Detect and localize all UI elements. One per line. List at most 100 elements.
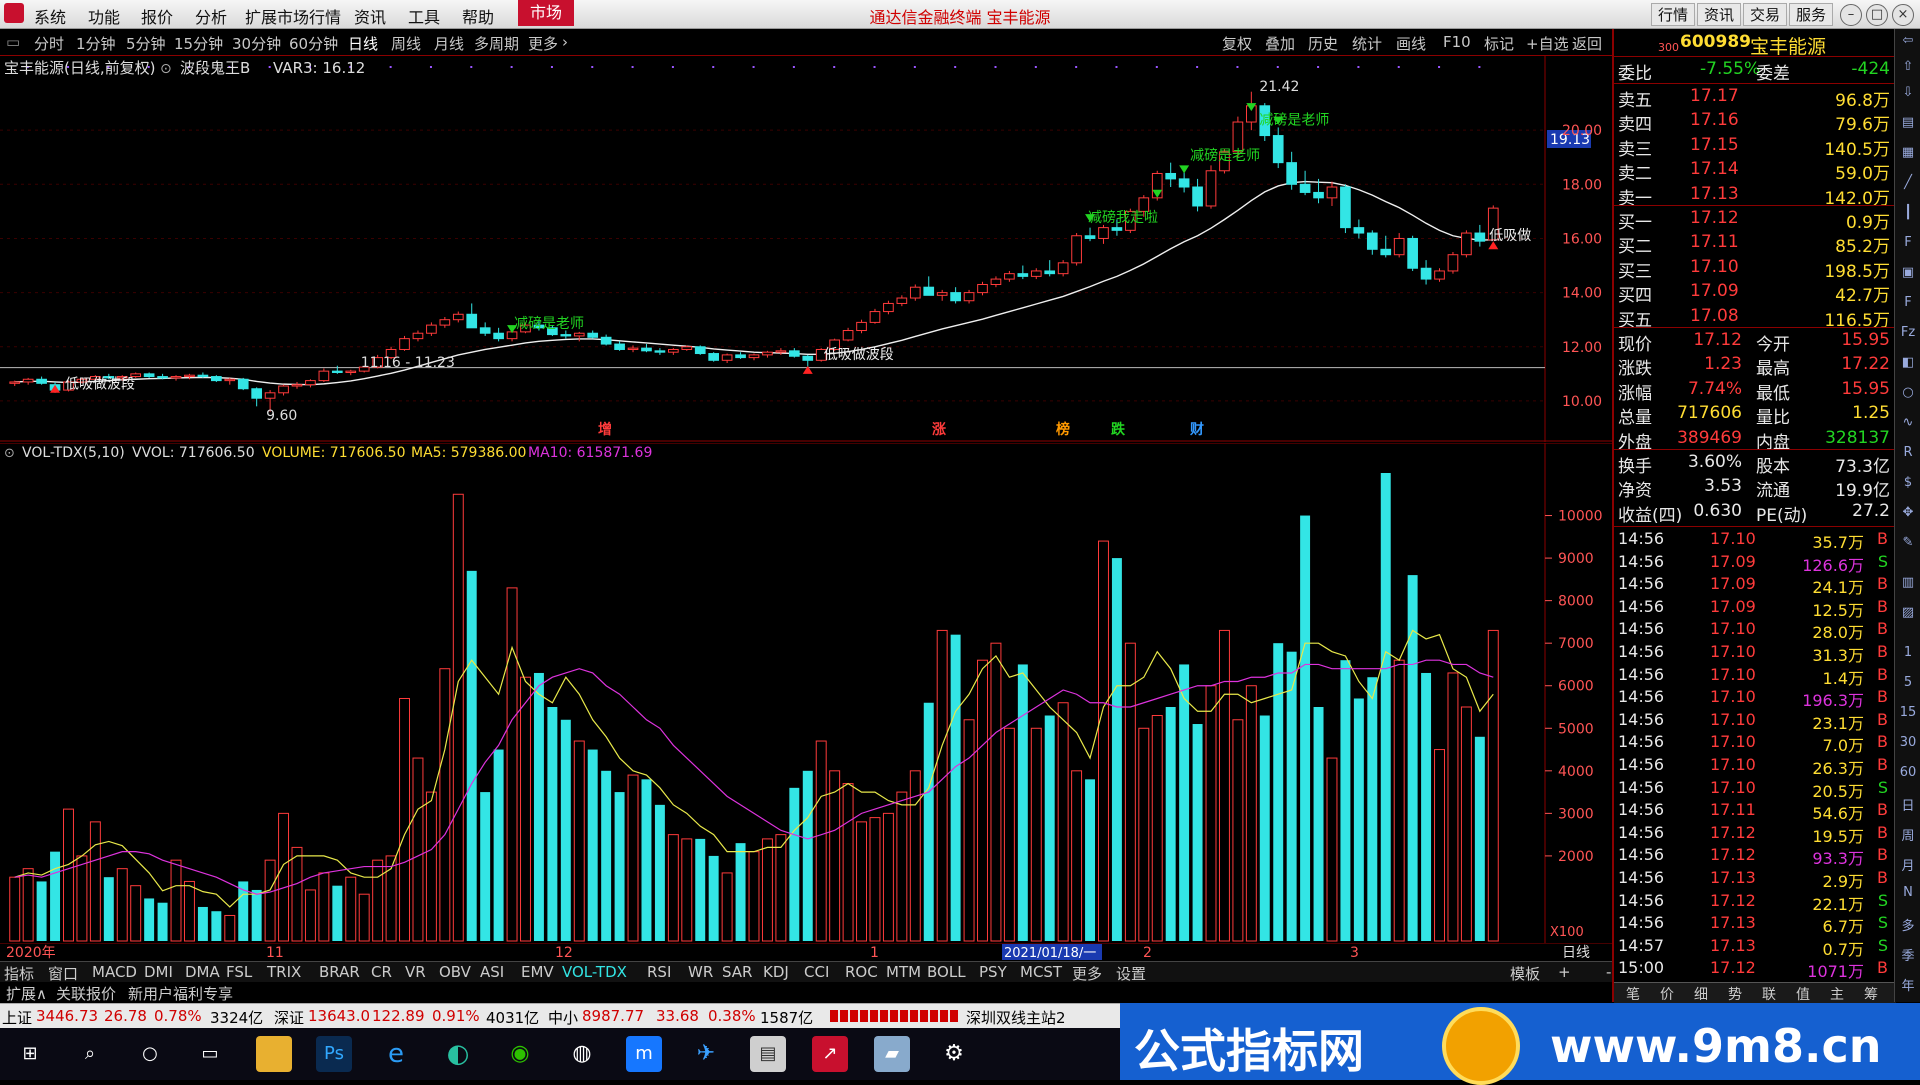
menu-right-service[interactable]: 服务 xyxy=(1789,3,1834,26)
indicator-tab[interactable]: MACD xyxy=(92,963,137,981)
indicator-name[interactable]: 波段鬼王B xyxy=(180,59,250,77)
volume-chart[interactable]: ⊙ VOL-TDX(5,10) VVOL: 717606.50 VOLUME: … xyxy=(0,443,1612,943)
indicator-tab[interactable]: CR xyxy=(371,963,392,981)
detail-tab[interactable]: 价 xyxy=(1660,984,1674,1004)
indicator-tab[interactable]: RSI xyxy=(647,963,671,981)
indicator-tab[interactable]: VR xyxy=(405,963,426,981)
period-daily[interactable]: 日线 xyxy=(348,33,378,54)
detail-tab[interactable]: 值 xyxy=(1796,984,1810,1004)
menu-right-quote[interactable]: 行情 xyxy=(1651,3,1696,26)
period-30-icon[interactable]: 30 xyxy=(1898,735,1918,755)
period-1-icon[interactable]: 1 xyxy=(1898,645,1918,665)
indicator-tab[interactable]: 更多 xyxy=(1072,963,1102,984)
indicator-tab[interactable]: MCST xyxy=(1020,963,1062,981)
indicator-tab[interactable]: 设置 xyxy=(1116,963,1146,984)
event-mark[interactable]: 涨 xyxy=(932,422,946,438)
indicator-tab[interactable]: TRIX xyxy=(267,963,301,981)
search-icon[interactable]: ⌕ xyxy=(72,1036,108,1072)
book-icon[interactable]: ◧ xyxy=(1898,355,1918,375)
period-15-icon[interactable]: 15 xyxy=(1898,705,1918,725)
indicator-tab[interactable]: BOLL xyxy=(927,963,966,981)
task-view-icon[interactable]: ▭ xyxy=(192,1036,228,1072)
app-m-icon[interactable]: m xyxy=(626,1036,662,1072)
chart-line-icon[interactable]: ╱ xyxy=(1898,175,1918,195)
event-mark[interactable]: 财 xyxy=(1189,421,1204,438)
indicator-tab[interactable]: CCI xyxy=(804,963,829,981)
menu-right-info[interactable]: 资讯 xyxy=(1697,3,1742,26)
grid-icon[interactable]: ▦ xyxy=(1898,145,1918,165)
detail-tab[interactable]: 势 xyxy=(1728,984,1742,1004)
period-60-icon[interactable]: 60 xyxy=(1898,765,1918,785)
ring-icon[interactable]: ○ xyxy=(1898,385,1918,405)
btn-back[interactable]: 返回 xyxy=(1572,33,1602,54)
indicator-tab[interactable]: VOL-TDX xyxy=(562,963,627,981)
fund-icon[interactable]: F xyxy=(1898,235,1918,255)
indicator-tab[interactable]: DMI xyxy=(144,963,173,981)
arrow-up-icon[interactable]: ⇧ xyxy=(1898,59,1918,79)
indicator-toggle-icon[interactable]: ⊙ xyxy=(160,61,172,77)
event-mark[interactable]: 跌 xyxy=(1111,422,1126,438)
close-icon[interactable]: × xyxy=(1892,4,1914,26)
indicator-tab[interactable]: SAR xyxy=(722,963,752,981)
note-icon[interactable]: ▰ xyxy=(874,1036,910,1072)
period-week-icon[interactable]: 周 xyxy=(1898,825,1918,845)
period-n-icon[interactable]: N xyxy=(1898,885,1918,905)
indicator-tab[interactable]: MTM xyxy=(886,963,921,981)
event-mark[interactable]: 增 xyxy=(598,421,612,438)
indicator-tab[interactable]: KDJ xyxy=(763,963,789,981)
candle-icon[interactable]: ┃ xyxy=(1898,205,1918,225)
indicator-tab[interactable]: FSL xyxy=(226,963,252,981)
menu-right-trade[interactable]: 交易 xyxy=(1743,3,1788,26)
image-icon[interactable]: ▨ xyxy=(1898,605,1918,625)
money-icon[interactable]: $ xyxy=(1898,475,1918,495)
btn-draw[interactable]: 画线 xyxy=(1396,33,1426,54)
arrow-down-icon[interactable]: ⇩ xyxy=(1898,85,1918,105)
wechat-icon[interactable]: ◉ xyxy=(502,1036,538,1072)
detail-tab[interactable]: 笔 xyxy=(1626,984,1640,1004)
price-chart[interactable]: 9.6021.4211.16 - 11.23低吸做波段低吸做波段低吸做减磅是老师… xyxy=(0,56,1612,442)
bird-icon[interactable]: ✈ xyxy=(688,1036,724,1072)
indicator-tab-right[interactable]: + xyxy=(1558,963,1571,981)
period-more[interactable]: 更多 xyxy=(528,33,558,54)
indicator-tab-right[interactable]: 模板 xyxy=(1510,963,1540,984)
period-multi[interactable]: 多周期 xyxy=(474,33,519,54)
btn-add-watch[interactable]: +自选 xyxy=(1526,33,1569,54)
indicator-tab[interactable]: 窗口 xyxy=(48,963,78,984)
vol-toggle-icon[interactable]: ⊙ xyxy=(4,446,15,461)
period-5min[interactable]: 5分钟 xyxy=(126,33,166,54)
indicator-tab[interactable]: ASI xyxy=(480,963,504,981)
indicator-tab[interactable]: DMA xyxy=(185,963,220,981)
settings-gear-icon[interactable]: ⚙ xyxy=(936,1036,972,1072)
ext-related-quote[interactable]: 关联报价 xyxy=(56,983,116,1004)
detail-tab[interactable]: 细 xyxy=(1694,984,1708,1004)
period-month-icon[interactable]: 月 xyxy=(1898,855,1918,875)
printer-icon[interactable]: ▤ xyxy=(750,1036,786,1072)
detail-tab[interactable]: 主 xyxy=(1830,984,1844,1004)
tdx-app-icon[interactable]: ↗ xyxy=(812,1036,848,1072)
period-15min[interactable]: 15分钟 xyxy=(174,33,223,54)
photoshop-icon[interactable]: Ps xyxy=(316,1036,352,1072)
news-icon[interactable]: ▣ xyxy=(1898,265,1918,285)
qq-icon[interactable]: ◍ xyxy=(564,1036,600,1072)
vol-header-name[interactable]: VOL-TDX(5,10) xyxy=(22,445,125,461)
btn-history[interactable]: 历史 xyxy=(1308,33,1338,54)
btn-overlay[interactable]: 叠加 xyxy=(1265,33,1295,54)
indicator-tab[interactable]: BRAR xyxy=(319,963,360,981)
period-30min[interactable]: 30分钟 xyxy=(232,33,281,54)
detail-tab[interactable]: 筹 xyxy=(1864,984,1878,1004)
indicator-tab[interactable]: WR xyxy=(688,963,713,981)
period-monthly[interactable]: 月线 xyxy=(434,33,464,54)
indicator-tab[interactable]: OBV xyxy=(439,963,471,981)
windows-start-icon[interactable]: ⊞ xyxy=(12,1036,48,1072)
period-60min[interactable]: 60分钟 xyxy=(289,33,338,54)
f10-icon[interactable]: F xyxy=(1898,295,1918,315)
period-1min[interactable]: 1分钟 xyxy=(76,33,116,54)
arrow-left-icon[interactable]: ⇦ xyxy=(1898,33,1918,53)
indicator-tab[interactable]: PSY xyxy=(979,963,1007,981)
minimize-icon[interactable]: – xyxy=(1840,4,1862,26)
btn-mark[interactable]: 标记 xyxy=(1484,33,1514,54)
move-icon[interactable]: ✥ xyxy=(1898,505,1918,525)
btn-f10[interactable]: F10 xyxy=(1443,33,1471,51)
ad-banner[interactable]: 公式指标网 www.9m8.cn xyxy=(1120,1003,1920,1085)
file-explorer-icon[interactable] xyxy=(256,1036,292,1072)
